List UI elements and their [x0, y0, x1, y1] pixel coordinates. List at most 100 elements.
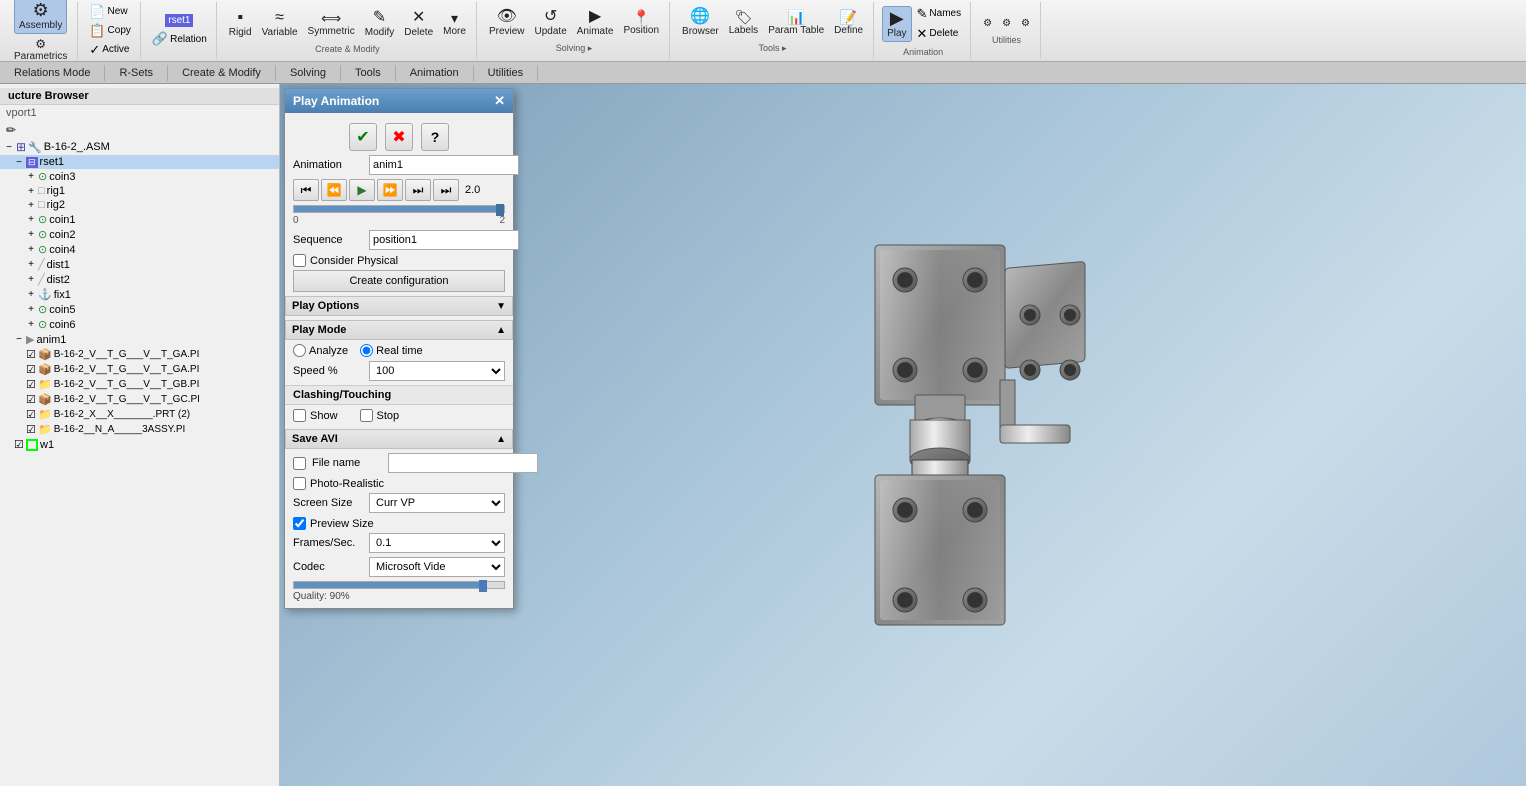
tree-part1[interactable]: ☑ 📦 B-16-2_V__T_G___V__T_GA.PI: [0, 347, 279, 362]
coin6-toggle[interactable]: +: [26, 319, 36, 330]
dist2-toggle[interactable]: +: [26, 274, 36, 285]
fast-forward-button[interactable]: ⏭: [405, 179, 431, 201]
labels-button[interactable]: 🏷 Labels: [725, 8, 762, 38]
preview-size-checkbox[interactable]: [293, 517, 306, 530]
part3-cb[interactable]: ☑: [26, 378, 36, 391]
delete-button[interactable]: ✕ Delete: [400, 8, 437, 40]
tab-animation[interactable]: Animation: [396, 65, 474, 81]
browser-button[interactable]: 🌐 Browser: [678, 7, 723, 39]
tree-coin4[interactable]: + ⊙ coin4: [0, 242, 279, 257]
quality-slider-thumb[interactable]: [479, 580, 487, 592]
tree-part3[interactable]: ☑ 📁 B-16-2_V__T_G___V__T_GB.PI: [0, 377, 279, 392]
tree-part4[interactable]: ☑ 📦 B-16-2_V__T_G___V__T_GC.PI: [0, 392, 279, 407]
coin4-toggle[interactable]: +: [26, 244, 36, 255]
play-mode-section[interactable]: Play Mode ▲: [285, 320, 513, 340]
dialog-help-button[interactable]: ?: [421, 123, 449, 151]
util2-button[interactable]: ⚙: [998, 16, 1015, 31]
rset1-toggle[interactable]: −: [14, 157, 24, 168]
fix1-toggle[interactable]: +: [26, 289, 36, 300]
copy-button[interactable]: 📋 Copy: [86, 22, 134, 40]
real-time-radio[interactable]: [360, 344, 373, 357]
animation-input[interactable]: [369, 155, 519, 175]
play-button[interactable]: ▶: [349, 179, 375, 201]
part1-cb[interactable]: ☑: [26, 348, 36, 361]
tree-fix1[interactable]: + ⚓ fix1: [0, 287, 279, 302]
codec-select[interactable]: Microsoft Vide: [369, 557, 505, 577]
tree-coin3[interactable]: + ⊙ coin3: [0, 169, 279, 184]
viewport-3d[interactable]: Play Animation ✕ ✔ ✖ ?: [280, 84, 1526, 786]
part2-cb[interactable]: ☑: [26, 363, 36, 376]
dist1-toggle[interactable]: +: [26, 259, 36, 270]
active-button[interactable]: ✓ Active: [86, 41, 134, 59]
photo-realistic-checkbox[interactable]: [293, 477, 306, 490]
coin5-toggle[interactable]: +: [26, 304, 36, 315]
skip-to-start-button[interactable]: ⏮: [293, 179, 319, 201]
step-back-button[interactable]: ⏪: [321, 179, 347, 201]
position-button[interactable]: 📍 Position: [619, 8, 663, 38]
tab-create-modify[interactable]: Create & Modify: [168, 65, 276, 81]
part5-cb[interactable]: ☑: [26, 408, 36, 421]
dialog-close-button[interactable]: ✕: [494, 93, 505, 109]
util1-button[interactable]: ⚙: [979, 16, 996, 31]
tree-dist2[interactable]: + ╱ dist2: [0, 272, 279, 287]
part6-cb[interactable]: ☑: [26, 423, 36, 436]
tree-b162-asm[interactable]: − ⊞ 🔧 B-16-2_.ASM: [0, 139, 279, 155]
rig1-toggle[interactable]: +: [26, 186, 36, 197]
file-name-checkbox[interactable]: [293, 457, 306, 470]
part4-cb[interactable]: ☑: [26, 393, 36, 406]
analyze-option[interactable]: Analyze: [293, 344, 348, 357]
more-button[interactable]: ▾ More: [439, 9, 470, 39]
dialog-ok-button[interactable]: ✔: [349, 123, 377, 151]
w1-cb[interactable]: ☑: [14, 438, 24, 451]
tab-utilities[interactable]: Utilities: [474, 65, 538, 81]
tab-r-sets[interactable]: R-Sets: [105, 65, 168, 81]
rigid-button[interactable]: ▪ Rigid: [225, 8, 256, 40]
create-config-button[interactable]: Create configuration: [293, 270, 505, 292]
tab-tools[interactable]: Tools: [341, 65, 396, 81]
step-forward-button[interactable]: ⏩: [377, 179, 403, 201]
tree-coin2[interactable]: + ⊙ coin2: [0, 227, 279, 242]
analyze-radio[interactable]: [293, 344, 306, 357]
tab-relations-mode[interactable]: Relations Mode: [0, 65, 105, 81]
variable-button[interactable]: ≈ Variable: [258, 8, 302, 40]
tab-solving[interactable]: Solving: [276, 65, 341, 81]
names-button[interactable]: ✎ Names: [914, 5, 965, 23]
assembly-button[interactable]: ⚙ Assembly: [14, 0, 67, 34]
update-button[interactable]: ↺ Update: [531, 7, 571, 39]
play-anim-button[interactable]: ▶ Play: [882, 6, 911, 42]
new-button[interactable]: 📄 New: [86, 3, 134, 21]
coin1-toggle[interactable]: +: [26, 214, 36, 225]
pencil-icon[interactable]: ✏: [0, 121, 279, 139]
speed-select[interactable]: 100: [369, 361, 505, 381]
frames-sec-select[interactable]: 0.1: [369, 533, 505, 553]
animate-button[interactable]: ▶ Animate: [573, 7, 618, 39]
save-avi-section[interactable]: Save AVI ▲: [285, 429, 513, 449]
define-button[interactable]: 📝 Define: [830, 8, 867, 38]
stop-checkbox[interactable]: [360, 409, 373, 422]
delete2-button[interactable]: ✕ Delete: [914, 25, 965, 43]
param-table-button[interactable]: 📊 Param Table: [764, 8, 828, 38]
tree-part2[interactable]: ☑ 📦 B-16-2_V__T_G___V__T_GA.PI: [0, 362, 279, 377]
parametrics-button[interactable]: ⚙ Parametrics: [10, 36, 71, 64]
symmetric-button[interactable]: ⟺ Symmetric: [304, 9, 359, 39]
consider-physical-checkbox[interactable]: [293, 254, 306, 267]
tree-part6[interactable]: ☑ 📁 B-16-2__N_A_____3ASSY.PI: [0, 422, 279, 437]
tree-coin1[interactable]: + ⊙ coin1: [0, 212, 279, 227]
coin2-toggle[interactable]: +: [26, 229, 36, 240]
tree-dist1[interactable]: + ╱ dist1: [0, 257, 279, 272]
util3-button[interactable]: ⚙: [1017, 16, 1034, 31]
b162-toggle[interactable]: −: [4, 142, 14, 153]
dialog-cancel-button[interactable]: ✖: [385, 123, 413, 151]
anim1-toggle[interactable]: −: [14, 334, 24, 345]
tree-w1[interactable]: ☑ w1: [0, 437, 279, 452]
sequence-input[interactable]: [369, 230, 519, 250]
rig2-toggle[interactable]: +: [26, 200, 36, 211]
relation-button[interactable]: 🔗 Relation: [149, 30, 210, 48]
tree-rig1[interactable]: + □ rig1: [0, 184, 279, 198]
screen-size-select[interactable]: Curr VP: [369, 493, 505, 513]
file-name-input[interactable]: [388, 453, 538, 473]
tree-anim1[interactable]: − ▶ anim1: [0, 332, 279, 347]
time-slider-thumb[interactable]: [496, 204, 504, 216]
tree-coin6[interactable]: + ⊙ coin6: [0, 317, 279, 332]
real-time-option[interactable]: Real time: [360, 344, 422, 357]
